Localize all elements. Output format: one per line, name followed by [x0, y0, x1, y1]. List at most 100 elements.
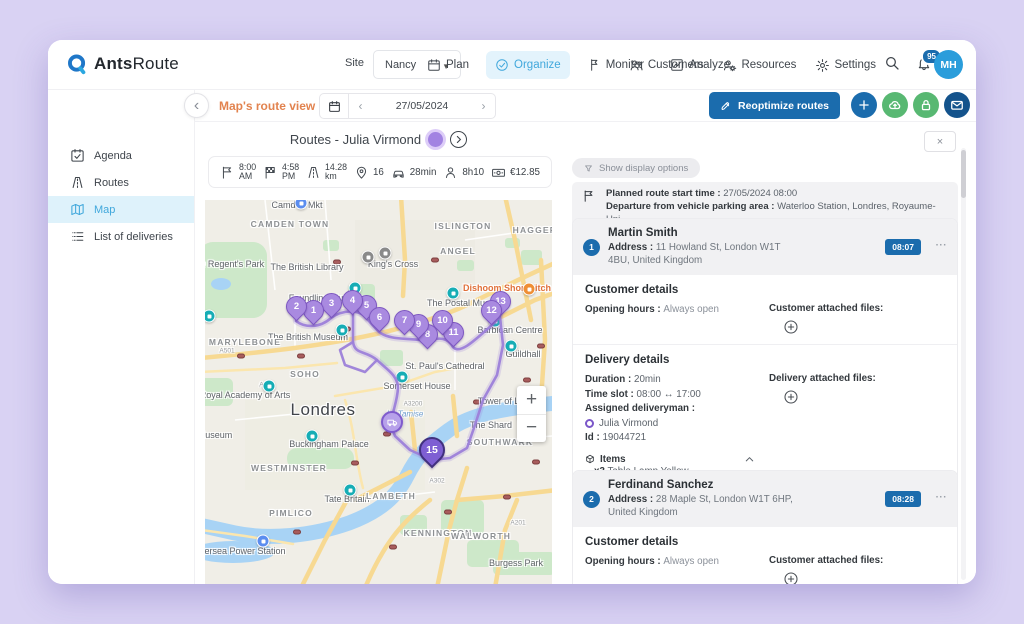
customer-address: Address : 28 Maple St, London W1T 6HP, U… — [608, 493, 800, 519]
mail-button[interactable] — [944, 92, 970, 118]
stop-card-1: 1 Martin Smith Address : 11 Howland St, … — [572, 218, 958, 504]
cloud-upload-icon — [888, 98, 902, 112]
route-color-dot[interactable] — [428, 132, 443, 147]
rocket-icon — [720, 100, 732, 112]
stat-cost: €12.85 — [491, 165, 540, 180]
panel-scrollbar[interactable] — [961, 148, 966, 580]
route-details-panel: × Show display options Planned route sta… — [565, 122, 976, 584]
notifications-bell-icon[interactable]: 95 — [916, 55, 932, 71]
sidebar-item-map[interactable]: Map — [48, 196, 194, 223]
filter-icon — [584, 164, 593, 173]
reoptimize-label: Reoptimize routes — [738, 100, 829, 112]
customers-icon — [629, 58, 644, 73]
delivery-id-line: Id : 19044721 — [585, 431, 769, 446]
organize-icon — [495, 58, 509, 72]
top-navbar: AntsRoute Site Nancy ▼ PlanOrganizeMonit… — [48, 40, 976, 90]
eta-chip[interactable]: 08:07 — [885, 239, 921, 255]
more-options-icon[interactable]: ... — [936, 489, 947, 500]
items-toggle[interactable]: Items — [585, 454, 755, 465]
add-customer-file-button[interactable] — [783, 571, 799, 584]
opening-hours-line: Opening hours : Always open — [585, 555, 769, 570]
app-window: AntsRoute Site Nancy ▼ PlanOrganizeMonit… — [48, 40, 976, 584]
circle-plus-icon — [783, 319, 799, 335]
stat-flag: 8:00AM — [220, 163, 256, 182]
nav-link-customers[interactable]: Customers — [629, 58, 704, 73]
show-options-label: Show display options — [599, 163, 688, 174]
monitor-flag-icon — [587, 58, 601, 72]
route-stats-bar: 8:00AM4:58PM14.28km1628min8h10€12.85 — [208, 156, 552, 188]
site-label: Site — [345, 57, 364, 69]
back-button[interactable]: ‹ — [184, 93, 209, 118]
delivery-details-title: Delivery details — [585, 354, 945, 366]
nav-link-resources[interactable]: Resources — [722, 58, 796, 73]
section-divider — [573, 344, 957, 345]
stat-road: 14.28km — [306, 163, 347, 182]
eta-chip[interactable]: 08:28 — [885, 491, 921, 507]
date-picker: ‹ 27/05/2024 › — [319, 93, 496, 119]
user-avatar[interactable]: MH — [934, 50, 963, 79]
flag-icon — [220, 165, 235, 180]
tab-organize[interactable]: Organize — [486, 51, 570, 79]
close-icon: × — [937, 136, 943, 148]
tab-plan[interactable]: Plan — [418, 51, 478, 79]
zoom-out-button[interactable]: − — [517, 415, 546, 443]
sidebar-item-agenda[interactable]: Agenda — [48, 142, 194, 169]
zoom-in-button[interactable]: + — [517, 386, 546, 415]
list-icon — [70, 229, 85, 244]
sidebar-item-list-of-deliveries[interactable]: List of deliveries — [48, 223, 194, 250]
deliveryman-label: Assigned deliveryman : — [585, 402, 769, 417]
scrollbar-thumb[interactable] — [961, 150, 966, 198]
reoptimize-routes-button[interactable]: Reoptimize routes — [709, 92, 840, 119]
date-value[interactable]: 27/05/2024 — [372, 94, 472, 118]
antsroute-logo-icon — [66, 53, 88, 75]
add-delivery-file-button[interactable] — [783, 389, 799, 405]
plus-button[interactable] — [851, 92, 877, 118]
add-customer-file-button[interactable] — [783, 319, 799, 335]
duration-line: Duration : 20min — [585, 373, 769, 388]
stop-number-badge: 1 — [583, 239, 600, 256]
lock-button[interactable] — [913, 92, 939, 118]
customer-details-title: Customer details — [585, 284, 945, 296]
view-title: Map's route view — [219, 90, 315, 122]
previous-day-button[interactable]: ‹ — [349, 94, 372, 118]
sidebar-item-routes[interactable]: Routes — [48, 169, 194, 196]
chevron-left-icon: ‹ — [194, 97, 199, 115]
close-panel-button[interactable]: × — [924, 131, 956, 152]
calendar-icon — [427, 58, 441, 72]
stat-pin: 16 — [354, 165, 384, 180]
next-route-button[interactable] — [450, 131, 467, 148]
mail-icon — [950, 98, 964, 112]
nav-link-settings[interactable]: Settings — [815, 58, 876, 73]
cloud-upload-button[interactable] — [882, 92, 908, 118]
customer-files-label: Customer attached files: — [769, 555, 945, 566]
customer-details-title: Customer details — [585, 536, 945, 548]
left-sidebar: AgendaRoutesMapList of deliveries — [48, 90, 195, 584]
app-logo[interactable]: AntsRoute — [66, 53, 179, 75]
map-zoom-control: + − — [517, 386, 546, 442]
next-day-button[interactable]: › — [472, 94, 495, 118]
calendar-icon[interactable] — [320, 94, 349, 118]
stop-number-badge: 2 — [583, 491, 600, 508]
map-canvas[interactable]: Camden MktCAMDEN TOWNISLINGTONANGELHAGGE… — [205, 200, 552, 584]
stop-card-header[interactable]: 1 Martin Smith Address : 11 Howland St, … — [573, 219, 957, 275]
road-icon — [306, 165, 321, 180]
app-logo-text: AntsRoute — [94, 54, 179, 74]
planned-start-line: Planned route start time : 27/05/2024 08… — [606, 187, 948, 200]
truck-icon — [387, 417, 398, 428]
road-icon — [70, 175, 85, 190]
lock-icon — [919, 98, 933, 112]
route-header: Routes - Julia Virmond — [205, 131, 552, 148]
more-options-icon[interactable]: ... — [936, 237, 947, 248]
opening-hours-line: Opening hours : Always open — [585, 303, 769, 318]
show-display-options-button[interactable]: Show display options — [572, 158, 700, 178]
stop-card-2: 2 Ferdinand Sanchez Address : 28 Maple S… — [572, 470, 958, 584]
circle-plus-icon — [783, 389, 799, 405]
stop-card-header[interactable]: 2 Ferdinand Sanchez Address : 28 Maple S… — [573, 471, 957, 527]
stat-finish-flag: 4:58PM — [263, 163, 299, 182]
customer-name: Martin Smith — [608, 227, 800, 239]
route-polyline — [205, 200, 552, 584]
nav-links: Customers Resources Settings — [629, 48, 876, 82]
circle-plus-icon — [783, 571, 799, 584]
vehicle-marker[interactable] — [381, 411, 403, 433]
search-icon[interactable] — [884, 55, 900, 71]
